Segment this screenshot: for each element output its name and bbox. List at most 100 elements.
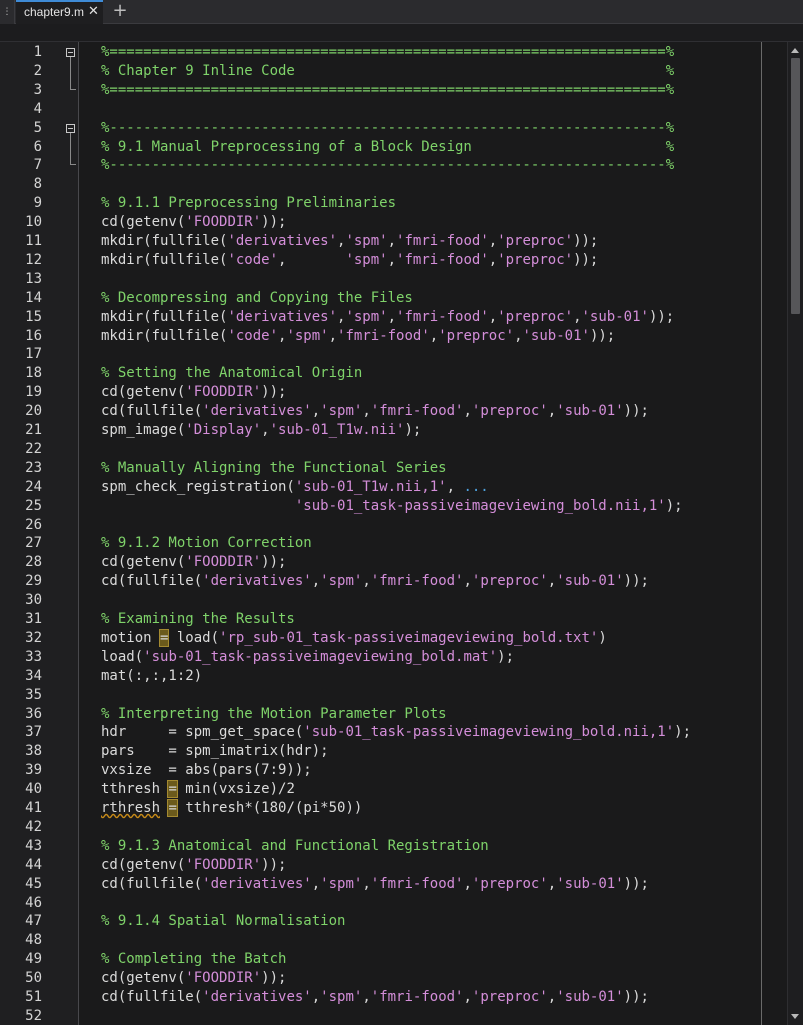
line-number: 32 (25, 629, 42, 646)
line-number: 28 (25, 554, 42, 571)
code-token: tthresh*(180/(pi*50)) (176, 800, 363, 816)
scrollbar-thumb[interactable] (791, 58, 800, 314)
code-line: mkdir(fullfile('derivatives','spm','fmri… (101, 233, 598, 249)
code-string: 'FOODDIR' (185, 214, 262, 231)
code-line: % 9.1 Manual Preprocessing of a Block De… (101, 139, 674, 155)
code-token: mkdir(fullfile( (101, 233, 228, 249)
line-number: 10 (25, 214, 42, 231)
code-comment: % Chapter 9 Inline Code % (101, 62, 675, 79)
code-string: 'sub-01_T1w.nii,1' (294, 478, 447, 495)
code-string: 'fmri-food' (396, 233, 489, 249)
code-comment: % Interpreting the Motion Parameter Plot… (101, 705, 447, 722)
code-token: , (463, 875, 472, 892)
code-token: , (446, 478, 464, 495)
code-line: % Examining the Results (101, 611, 295, 627)
fold-end-marker (70, 88, 76, 90)
line-number: 43 (25, 837, 42, 854)
code-editor[interactable]: %=======================================… (79, 42, 761, 1025)
code-line: spm_check_registration('sub-01_T1w.nii,1… (101, 479, 489, 495)
code-string: 'fmri-food' (337, 327, 430, 344)
code-line: mkdir(fullfile('derivatives','spm','fmri… (101, 309, 674, 325)
line-number: 30 (25, 592, 42, 609)
code-line: mkdir(fullfile('code','spm','fmri-food',… (101, 328, 615, 344)
code-line: cd(getenv('FOODDIR')); (101, 970, 286, 986)
code-token: , (429, 327, 439, 344)
line-number: 20 (25, 403, 42, 420)
code-string: 'FOODDIR' (185, 970, 262, 987)
tab-title: chapter9.m (24, 5, 85, 19)
code-string: 'sub-01' (556, 403, 624, 420)
code-line: % 9.1.3 Anatomical and Functional Regist… (101, 838, 489, 854)
code-token: )); (261, 554, 287, 571)
code-comment: %---------------------------------------… (101, 157, 675, 174)
code-line: load('sub-01_task-passiveimageviewing_bo… (101, 649, 514, 665)
line-number: 9 (33, 195, 42, 212)
close-icon[interactable]: ✕ (88, 4, 99, 19)
code-line: motion = load('rp_sub-01_task-passiveima… (101, 628, 607, 647)
code-line: cd(getenv('FOODDIR')); (101, 214, 286, 230)
code-token: cd(fullfile( (101, 573, 203, 590)
code-token: spm_check_registration( (101, 478, 295, 495)
scroll-down-arrow-icon[interactable] (791, 1014, 799, 1019)
line-number: 34 (25, 667, 42, 684)
editor-toolstrip (0, 24, 803, 42)
code-line: hdr = spm_get_space('sub-01_task-passive… (101, 724, 691, 740)
code-line: spm_image('Display','sub-01_T1w.nii'); (101, 422, 421, 438)
line-number: 22 (25, 440, 42, 457)
line-number: 26 (25, 516, 42, 533)
vertical-scrollbar[interactable] (787, 42, 803, 1025)
code-string: 'spm' (345, 308, 388, 325)
fold-minus-icon[interactable] (66, 123, 75, 133)
code-string: 'preproc' (497, 233, 574, 249)
code-string: 'spm' (286, 327, 329, 344)
code-string: 'sub-01_T1w.nii' (269, 422, 405, 438)
fold-minus-icon[interactable] (66, 48, 75, 57)
code-line: % Interpreting the Motion Parameter Plot… (101, 706, 447, 722)
code-token: cd(getenv( (101, 856, 186, 873)
code-token: cd(fullfile( (101, 875, 203, 892)
code-token: )); (573, 233, 599, 249)
code-token: , (278, 251, 346, 268)
line-number: 49 (25, 951, 42, 968)
code-token: motion (101, 629, 161, 646)
line-number: 8 (33, 176, 42, 193)
code-string: 'derivatives' (202, 875, 312, 892)
code-string: 'preproc' (497, 308, 574, 325)
code-string: 'fmri-food' (370, 403, 464, 420)
line-number: 18 (25, 365, 42, 382)
line-number: 40 (25, 781, 42, 798)
code-line: % Setting the Anatomical Origin (101, 365, 362, 381)
plus-icon[interactable]: + (112, 0, 128, 24)
code-line: % Completing the Batch (101, 951, 286, 967)
code-line: vxsize = abs(pars(7:9)); (101, 762, 312, 778)
fold-end-marker (70, 164, 76, 166)
code-string: 'preproc' (471, 573, 548, 590)
line-number: 19 (25, 384, 42, 401)
code-string: 'rp_sub-01_task-passiveimageviewing_bold… (219, 629, 599, 646)
line-number: 29 (25, 573, 42, 590)
code-string: 'code' (227, 327, 279, 344)
code-string: 'spm' (320, 875, 363, 892)
code-comment: % 9.1.1 Preprocessing Preliminaries (101, 195, 397, 212)
code-line: % 9.1.4 Spatial Normalisation (101, 913, 345, 929)
line-number: 46 (25, 894, 42, 911)
line-number: 50 (25, 970, 42, 987)
code-comment: % 9.1.3 Anatomical and Functional Regist… (101, 837, 489, 854)
code-string: 'derivatives' (202, 989, 312, 1005)
code-token: , (362, 989, 371, 1005)
file-tab[interactable]: chapter9.m ✕ (16, 0, 103, 24)
code-string: 'spm' (345, 233, 388, 249)
scroll-up-arrow-icon[interactable] (791, 48, 799, 53)
code-token: cd(fullfile( (101, 989, 203, 1005)
tab-menu-grip[interactable]: ⋮ (0, 0, 15, 24)
code-line: cd(getenv('FOODDIR')); (101, 384, 286, 400)
code-token: load( (101, 648, 144, 665)
line-number: 39 (25, 762, 42, 779)
code-token: , (311, 989, 321, 1005)
code-token: , (362, 403, 371, 420)
code-token: )); (261, 214, 287, 231)
code-line: cd(fullfile('derivatives','spm','fmri-fo… (101, 876, 649, 892)
code-line: % Chapter 9 Inline Code % (101, 63, 674, 79)
code-token: ); (665, 497, 683, 514)
line-number: 6 (33, 138, 42, 155)
